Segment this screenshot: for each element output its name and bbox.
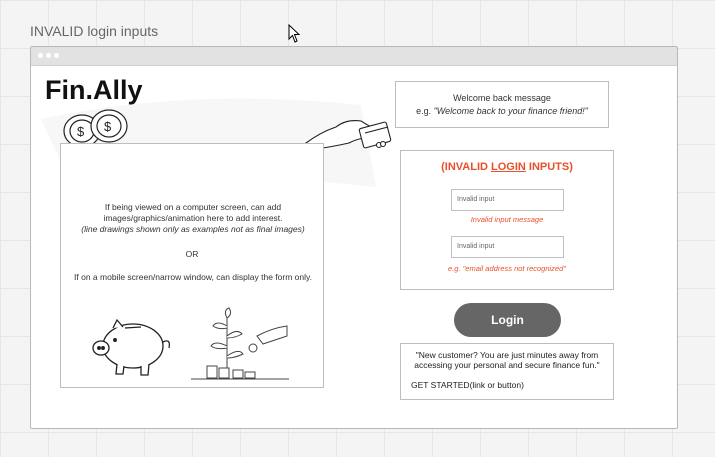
get-started-link[interactable]: GET STARTED(link or button) bbox=[411, 380, 613, 390]
hero-desktop-text: If being viewed on a computer screen, ca… bbox=[103, 202, 283, 223]
username-error-message: Invalid input message bbox=[470, 215, 544, 224]
hero-panel: If being viewed on a computer screen, ca… bbox=[60, 143, 324, 388]
form-title-login: LOGIN bbox=[491, 161, 526, 173]
frame-title: INVALID login inputs bbox=[30, 23, 159, 39]
hero-or-text: OR bbox=[185, 249, 199, 259]
signup-box: "New customer? You are just minutes away… bbox=[400, 343, 614, 400]
browser-window: $ $ Fin.Ally If being viewed on a comput… bbox=[30, 46, 678, 429]
hero-description: If being viewed on a computer screen, ca… bbox=[71, 202, 315, 235]
welcome-example-prefix: e.g. bbox=[416, 106, 434, 116]
hero-mobile-text: If on a mobile screen/narrow window, can… bbox=[74, 272, 312, 282]
money-plant-icon bbox=[191, 307, 289, 380]
form-title-post: INPUTS) bbox=[525, 161, 573, 173]
welcome-title: Welcome back message bbox=[453, 93, 551, 103]
mouse-cursor-icon bbox=[288, 24, 301, 43]
welcome-example: e.g. "Welcome back to your finance frien… bbox=[396, 106, 608, 116]
app-logo: Fin.Ally bbox=[45, 75, 143, 105]
signup-message: "New customer? You are just minutes away… bbox=[414, 350, 600, 370]
form-title-pre: (INVALID bbox=[441, 161, 491, 173]
form-title: (INVALID LOGIN INPUTS) bbox=[401, 161, 613, 173]
welcome-example-text: "Welcome back to your finance friend!" bbox=[433, 106, 588, 116]
email-error-message: e.g. "email address not recognized" bbox=[448, 264, 566, 273]
login-form: (INVALID LOGIN INPUTS) Invalid input Inv… bbox=[400, 150, 614, 290]
piggy-bank-icon bbox=[92, 318, 171, 376]
svg-text:$: $ bbox=[77, 124, 85, 139]
login-button[interactable]: Login bbox=[454, 303, 561, 337]
welcome-message-box: Welcome back message e.g. "Welcome back … bbox=[395, 81, 609, 128]
hero-note-text: (line drawings shown only as examples no… bbox=[81, 224, 305, 234]
email-input[interactable]: Invalid input bbox=[451, 236, 564, 258]
username-input[interactable]: Invalid input bbox=[451, 189, 564, 211]
svg-text:$: $ bbox=[104, 119, 112, 134]
